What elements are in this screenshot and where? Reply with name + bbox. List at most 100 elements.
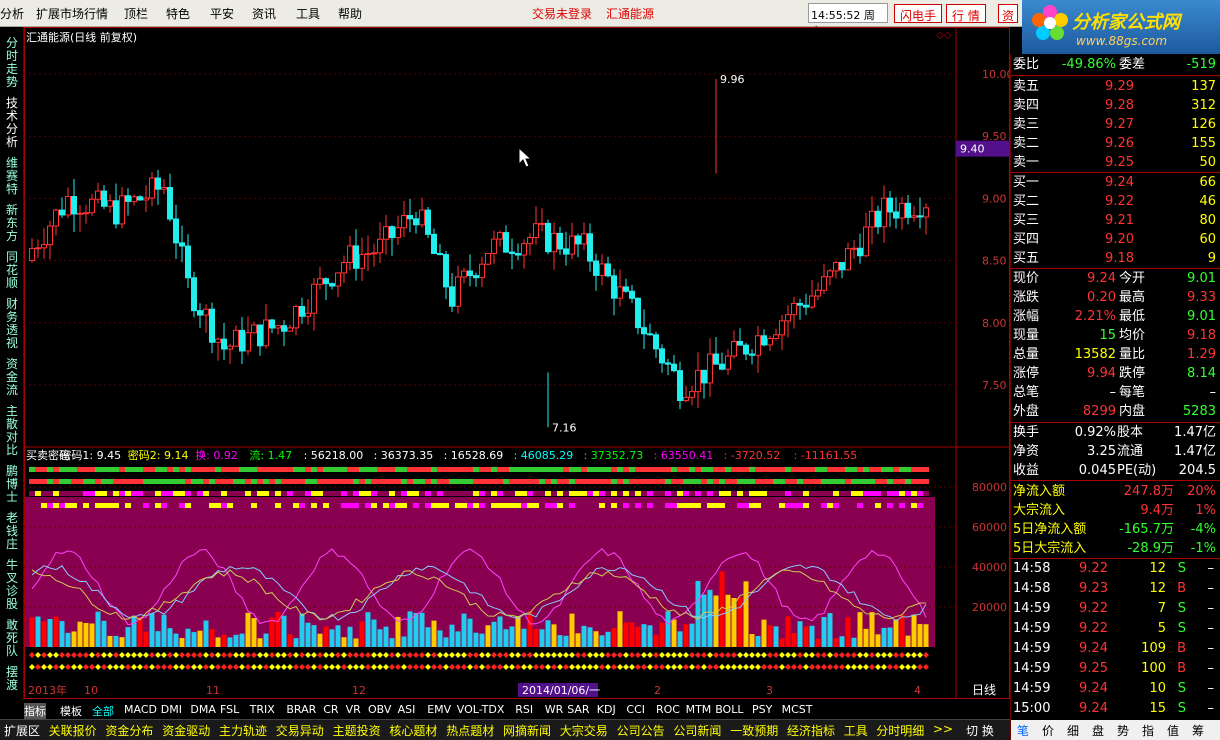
signal-dot	[683, 652, 689, 658]
indicator-tab-3[interactable]: MACD	[124, 703, 157, 716]
indicator-tab-15[interactable]: RSI	[515, 703, 533, 716]
left-tab-0[interactable]: 分时走势	[2, 37, 22, 89]
menu-help[interactable]: 帮助	[338, 5, 362, 22]
indicator-tab-8[interactable]: BRAR	[286, 703, 316, 716]
signal-strip	[767, 491, 773, 496]
indicator-tab-12[interactable]: ASI	[398, 703, 416, 716]
menu-pingan[interactable]: 平安	[210, 5, 234, 22]
indicator-tab-17[interactable]: SAR	[567, 703, 589, 716]
indicator-tab-9[interactable]: CR	[323, 703, 338, 716]
bottom-tab-10[interactable]: 大宗交易	[560, 722, 608, 739]
signal-dot	[863, 652, 869, 658]
chart-corner-icon[interactable]: ◇◇	[936, 30, 952, 41]
quote-tab-0[interactable]: 笔	[1017, 722, 1029, 739]
signal-strip	[491, 467, 497, 472]
signal-strip	[533, 491, 539, 496]
menu-tools[interactable]: 工具	[296, 5, 320, 22]
signal-strip	[899, 503, 905, 508]
bottom-tab-12[interactable]: 公司新闻	[673, 722, 721, 739]
indicator-tab-21[interactable]: MTM	[686, 703, 712, 716]
bottom-tab-4[interactable]: 主力轨迹	[219, 722, 267, 739]
indicator-tab-5[interactable]: DMA	[190, 703, 216, 716]
indicator-tab-14[interactable]: VOL-TDX	[457, 703, 505, 716]
quote-tab-1[interactable]: 价	[1042, 722, 1054, 739]
bottom-tab-17[interactable]: >>	[933, 722, 953, 736]
bottom-tab-7[interactable]: 核心题材	[389, 722, 437, 739]
candle-body	[425, 209, 431, 235]
indicator-tab-23[interactable]: PSY	[752, 703, 772, 716]
indicator-tab-10[interactable]: VR	[346, 703, 361, 716]
signal-strip	[569, 479, 575, 484]
bottom-tab-2[interactable]: 资金分布	[105, 722, 153, 739]
indicator-tab-24[interactable]: MCST	[782, 703, 813, 716]
bottom-tab-3[interactable]: 资金驱动	[162, 722, 210, 739]
indicator-tab-11[interactable]: OBV	[368, 703, 391, 716]
quote-tab-2[interactable]: 细	[1067, 722, 1079, 739]
bottom-tab-16[interactable]: 分时明细	[876, 722, 924, 739]
candle-body	[641, 327, 647, 335]
left-tab-1[interactable]: 技术分析	[2, 97, 22, 149]
bottom-tab-8[interactable]: 热点题材	[446, 722, 494, 739]
left-tab-5[interactable]: 财务透视	[2, 298, 22, 350]
candle-body	[797, 302, 803, 306]
indicator-tab-2[interactable]: 全部	[92, 703, 114, 719]
bottom-tab-14[interactable]: 经济指标	[787, 722, 835, 739]
quote-tab-4[interactable]: 势	[1117, 722, 1129, 739]
flash-trade-button[interactable]: 闪电手	[894, 4, 943, 23]
kline-chart[interactable]: ◇◇10.009.509.008.508.007.509.409.967.16买…	[24, 27, 1010, 700]
bottom-tab-18[interactable]: 切 换	[966, 722, 994, 739]
left-tab-3[interactable]: 新东方	[2, 204, 22, 243]
indicator-tab-16[interactable]: WR	[545, 703, 564, 716]
bottom-tab-9[interactable]: 网摘新闻	[503, 722, 551, 739]
indicator-tab-22[interactable]: BOLL	[715, 703, 743, 716]
left-tab-12[interactable]: 摆渡	[2, 666, 22, 692]
indicator-tab-13[interactable]: EMV	[427, 703, 451, 716]
bottom-tab-15[interactable]: 工具	[844, 722, 868, 739]
indicator-tab-0[interactable]: 指标	[24, 703, 46, 719]
bottom-tab-5[interactable]: 交易异动	[276, 722, 324, 739]
menu-topbar[interactable]: 顶栏	[124, 5, 148, 22]
bottom-tab-11[interactable]: 公司公告	[617, 722, 665, 739]
left-tab-6[interactable]: 资金流	[2, 358, 22, 397]
quote-tab-7[interactable]: 筹	[1192, 722, 1204, 739]
left-tab-11[interactable]: 敢死队	[2, 619, 22, 658]
signal-strip	[737, 479, 743, 484]
login-status[interactable]: 交易未登录	[532, 5, 592, 22]
left-tab-10[interactable]: 牛叉诊股	[2, 559, 22, 611]
quote-tab-3[interactable]: 盘	[1092, 722, 1104, 739]
left-tab-2[interactable]: 维赛特	[2, 157, 22, 196]
bottom-tab-0[interactable]: 扩展区	[4, 722, 40, 739]
left-tab-7[interactable]: 主散对比	[2, 405, 22, 457]
indicator-tab-7[interactable]: TRIX	[250, 703, 275, 716]
quote-button[interactable]: 行 情	[946, 4, 986, 23]
signal-dot	[305, 652, 311, 658]
menu-ext-market[interactable]: 扩展市场行情	[36, 5, 108, 22]
bottom-tab-13[interactable]: 一致预期	[730, 722, 778, 739]
signal-dot	[587, 664, 593, 670]
bottom-tab-6[interactable]: 主题投资	[333, 722, 381, 739]
left-tab-8[interactable]: 鹏博士	[2, 465, 22, 504]
signal-strip	[95, 503, 101, 508]
left-tab-4[interactable]: 同花顺	[2, 251, 22, 290]
indicator-tab-1[interactable]: 模板	[60, 703, 82, 719]
period-label[interactable]: 日线	[972, 683, 996, 697]
volume-bar	[359, 621, 365, 647]
menu-news[interactable]: 资讯	[252, 5, 276, 22]
bottom-tab-1[interactable]: 关联报价	[49, 722, 97, 739]
menu-features[interactable]: 特色	[166, 5, 190, 22]
signal-dot	[167, 652, 173, 658]
candle-body	[353, 245, 359, 269]
indicator-tab-18[interactable]: KDJ	[597, 703, 616, 716]
quote-tab-5[interactable]: 指	[1142, 722, 1154, 739]
signal-dot	[689, 652, 695, 658]
indicator-tab-6[interactable]: FSL	[220, 703, 239, 716]
signal-dot	[563, 652, 569, 658]
indicator-tab-20[interactable]: ROC	[656, 703, 680, 716]
quote-tab-6[interactable]: 值	[1167, 722, 1179, 739]
left-tab-9[interactable]: 老钱庄	[2, 512, 22, 551]
indicator-tab-4[interactable]: DMI	[161, 703, 182, 716]
indicator-tab-19[interactable]: CCI	[626, 703, 645, 716]
candle-body	[245, 332, 251, 352]
info-button[interactable]: 资	[998, 4, 1019, 23]
menu-analysis[interactable]: 分析	[0, 5, 24, 22]
